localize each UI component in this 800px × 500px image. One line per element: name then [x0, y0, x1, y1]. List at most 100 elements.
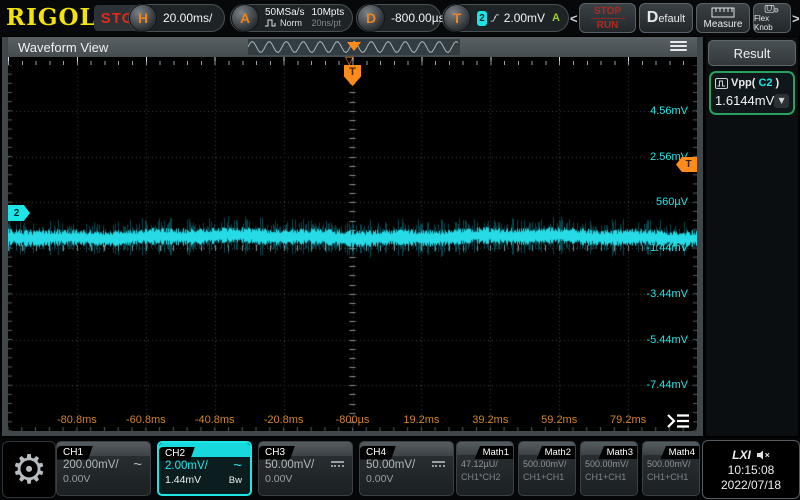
flex-knob-label: Flex Knob [754, 14, 790, 32]
waveform-view-panel: Waveform View ▽ 4.56mV2.56mV560µV-1.44mV… [2, 37, 703, 436]
channel-scale: 200.00mV/ [63, 459, 119, 471]
coupling-dc-icon [432, 461, 445, 470]
speaker-muted-icon [756, 450, 770, 460]
channel-box-ch2[interactable]: CH22.00mV/ ~1.44mV Bw [157, 441, 252, 496]
expand-menu-icon[interactable] [665, 412, 691, 430]
channel-tab: CH3 [259, 446, 295, 460]
ruler-icon [711, 7, 735, 18]
measurement-value: 1.6144mV [715, 93, 774, 108]
t-badge-icon: T [443, 4, 471, 32]
trigger-sweep-mode: A [552, 12, 560, 24]
measure-label: Measure [704, 19, 743, 30]
waveform-view-title: Waveform View [8, 40, 108, 55]
x-axis-label: 79.2ms [610, 414, 646, 426]
waveform-canvas[interactable] [8, 65, 697, 431]
horizontal-scale-control[interactable]: H 20.00ms/ [128, 4, 225, 32]
rigol-logo: RIGOL [6, 4, 97, 31]
a-badge-icon: A [231, 4, 259, 32]
d-badge-icon: D [357, 4, 385, 32]
coupling-ac-icon: ~ [133, 461, 142, 469]
channel-offset: 0.00V [366, 473, 393, 485]
math-box-math3[interactable]: Math3500.00mV/CH1+CH1 [580, 441, 638, 496]
channel-scale: 2.00mV/ [165, 460, 208, 472]
acquisition-control[interactable]: A 50MSa/s Norm 10Mpts 20ns/pt [230, 4, 353, 32]
delay-control[interactable]: D -800.00µs [356, 4, 441, 32]
bandwidth-limit-badge: Bw [229, 475, 242, 486]
channel-tab: CH1 [57, 446, 93, 460]
measurement-dropdown-icon[interactable]: ▼ [774, 94, 789, 108]
x-axis-label: -20.8ms [264, 414, 304, 426]
trigger-source-chip: 2 [477, 11, 487, 26]
math-expression: CH1*CH2 [457, 469, 513, 482]
memory-navigation-strip[interactable] [248, 39, 460, 55]
toolbar-prev-icon[interactable]: < [570, 11, 578, 26]
math-box-math1[interactable]: Math147.12µU/CH1*CH2 [456, 441, 514, 496]
memory-depth: 10Mpts [311, 8, 344, 18]
y-axis-label: 560µV [656, 196, 688, 208]
y-axis-label: -5.44mV [646, 334, 688, 346]
measurement-source: C2 [758, 77, 772, 89]
trigger-level-value: 2.00mV [504, 11, 545, 25]
menu-icon[interactable] [670, 41, 687, 51]
toolbar-next-icon[interactable]: > [792, 11, 800, 26]
flex-knob-button[interactable]: Flex Knob [753, 3, 791, 33]
measurement-card-vpp[interactable]: Vpp(C2) 1.6144mV ▼ [709, 71, 795, 115]
x-axis-label: 19.2ms [403, 414, 439, 426]
trigger-control[interactable]: T 2 2.00mV A [442, 4, 569, 32]
channel-tab: CH2 [159, 447, 195, 461]
math-strip: Math147.12µU/CH1*CH2Math2500.00mV/CH1+CH… [456, 441, 700, 496]
measurement-label: Vpp(C2) [715, 77, 789, 89]
pulse-icon [715, 78, 728, 89]
math-tab: Math4 [661, 446, 699, 459]
graticule[interactable]: 4.56mV2.56mV560µV-1.44mV-3.44mV-5.44mV-7… [8, 65, 697, 431]
y-axis-label: -3.44mV [646, 288, 688, 300]
lxi-label: LXI [732, 448, 751, 462]
bottom-channel-bar: ⚙ CH1200.00mV/~0.00VCH22.00mV/~1.44mVBwC… [0, 438, 800, 500]
math-box-math4[interactable]: Math4500.00mV/CH1+CH1 [642, 441, 700, 496]
math-tab: Math3 [599, 446, 637, 459]
x-axis-label: -60.8ms [126, 414, 166, 426]
math-expression: CH1+CH1 [581, 469, 637, 482]
result-panel: Result Vpp(C2) 1.6144mV ▼ [706, 37, 798, 436]
x-axis-label: 59.2ms [541, 414, 577, 426]
horizontal-ruler: ▽ [8, 57, 697, 65]
y-axis-label: -1.44mV [646, 242, 688, 254]
channel-box-ch1[interactable]: CH1200.00mV/ ~0.00V [56, 441, 151, 496]
math-tab: Math2 [537, 446, 575, 459]
math-expression: CH1+CH1 [519, 469, 575, 482]
acquire-mode-icon [265, 19, 278, 27]
measure-button[interactable]: Measure [696, 3, 750, 33]
trigger-position-icon [347, 42, 361, 51]
x-axis-label: -40.8ms [195, 414, 235, 426]
x-axis-label: -80.8ms [57, 414, 97, 426]
sample-rate: 50MSa/s [265, 8, 304, 18]
channel-box-ch3[interactable]: CH350.00mV/0.00V [258, 441, 353, 496]
default-button[interactable]: Default [639, 3, 693, 33]
horizontal-scale-value: 20.00ms/ [163, 11, 212, 25]
math-tab: Math1 [475, 446, 513, 459]
channel-tab: CH4 [360, 446, 396, 460]
result-header-button[interactable]: Result [708, 40, 796, 66]
clock-box[interactable]: LXI 10:15:08 2022/07/18 [702, 440, 800, 499]
coupling-dc-icon [331, 461, 344, 470]
x-axis-label: 39.2ms [472, 414, 508, 426]
clock-date: 2022/07/18 [721, 478, 781, 492]
top-status-bar: RIGOL STOP H 20.00ms/ A 50MSa/s Norm 10M… [0, 0, 800, 36]
rigol-gear-icon: ⚙ [11, 450, 47, 490]
y-axis-label: 4.56mV [650, 105, 688, 117]
h-badge-icon: H [129, 4, 157, 32]
math-box-math2[interactable]: Math2500.00mV/CH1+CH1 [518, 441, 576, 496]
channel-strip: CH1200.00mV/ ~0.00V CH22.00mV/ ~1.44mV Bw CH3… [56, 441, 454, 496]
clock-time: 10:15:08 [728, 463, 775, 477]
stop-run-button[interactable]: STOP RUN [579, 3, 636, 33]
channel-offset: 0.00V [63, 473, 90, 485]
channel-scale: 50.00mV/ [265, 459, 314, 471]
y-axis-label: -7.44mV [646, 379, 688, 391]
coupling-ac-icon: ~ [233, 462, 242, 470]
channel-box-ch4[interactable]: CH450.00mV/0.00V [359, 441, 454, 496]
system-menu-button[interactable]: ⚙ [2, 441, 56, 498]
channel-offset: 0.00V [265, 473, 292, 485]
delay-value: -800.00µs [391, 11, 445, 25]
sample-resolution: 20ns/pt [311, 18, 344, 28]
channel-offset: 1.44mV [165, 474, 201, 486]
